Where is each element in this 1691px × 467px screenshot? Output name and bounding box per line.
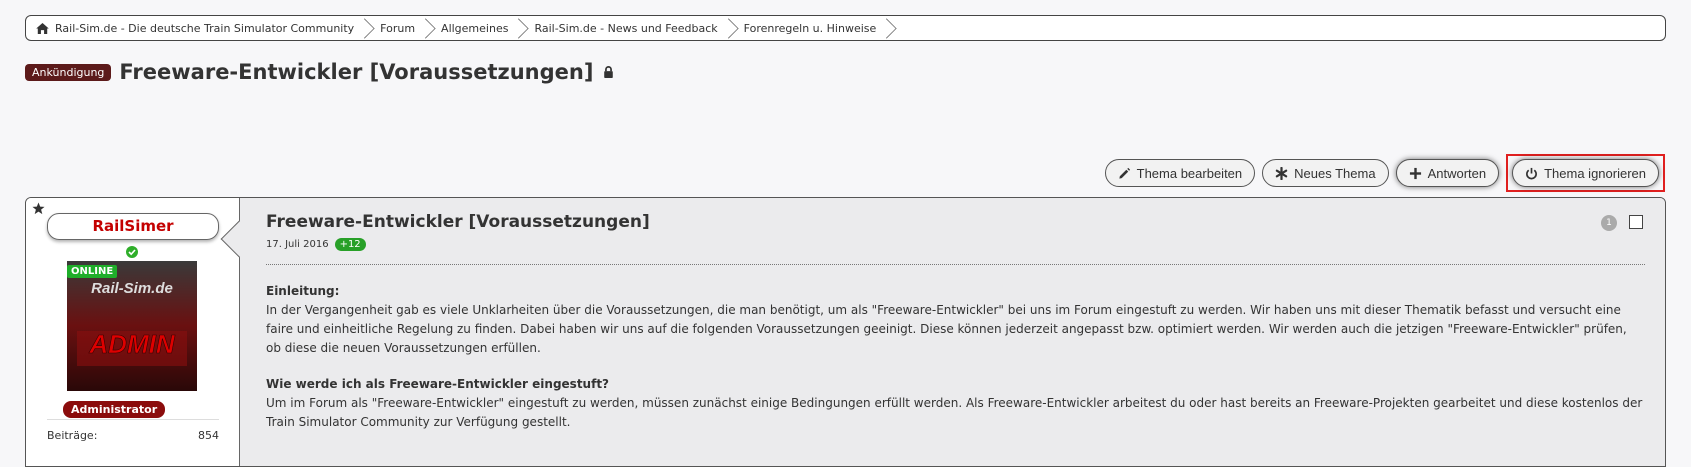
lock-icon bbox=[604, 66, 614, 78]
reply-label: Antworten bbox=[1427, 165, 1487, 181]
post-title: Freeware-Entwickler [Voraussetzungen] bbox=[266, 212, 650, 232]
new-topic-button[interactable]: Neues Thema bbox=[1262, 159, 1389, 187]
question-heading: Wie werde ich als Freeware-Entwickler ei… bbox=[266, 377, 610, 391]
thread-header: Ankündigung Freeware-Entwickler [Vorauss… bbox=[25, 60, 614, 84]
home-icon bbox=[36, 22, 49, 34]
announcement-badge: Ankündigung bbox=[25, 63, 112, 81]
pencil-icon bbox=[1119, 167, 1130, 179]
breadcrumb-item-news[interactable]: Rail-Sim.de - News und Feedback bbox=[524, 16, 733, 40]
breadcrumb: Rail-Sim.de - Die deutsche Train Simulat… bbox=[25, 15, 1666, 41]
new-topic-label: Neues Thema bbox=[1294, 165, 1376, 181]
avatar-image: Rail-Sim.de ADMIN bbox=[67, 261, 197, 391]
breadcrumb-label: Forum bbox=[380, 21, 416, 35]
online-status-icon bbox=[126, 246, 138, 258]
page-title: Freeware-Entwickler [Voraussetzungen] bbox=[119, 60, 594, 84]
breadcrumb-item-home[interactable]: Rail-Sim.de - Die deutsche Train Simulat… bbox=[26, 16, 370, 40]
breadcrumb-item-forum[interactable]: Forum bbox=[370, 16, 431, 40]
post-date[interactable]: 17. Juli 2016 bbox=[266, 239, 329, 250]
online-badge: ONLINE bbox=[67, 265, 118, 278]
ignore-thread-button[interactable]: Thema ignorieren bbox=[1512, 159, 1659, 187]
edit-thread-button[interactable]: Thema bearbeiten bbox=[1104, 159, 1256, 187]
post: RailSimer Rail-Sim.de ADMIN ONLINE Beitr… bbox=[25, 197, 1666, 467]
breadcrumb-item-allgemeines[interactable]: Allgemeines bbox=[431, 16, 524, 40]
stats-divider bbox=[47, 419, 219, 420]
post-count-value: 854 bbox=[198, 429, 219, 442]
power-icon bbox=[1526, 167, 1538, 179]
avatar-text-role: ADMIN bbox=[88, 329, 175, 359]
intro-text: In der Vergangenheit gab es viele Unklar… bbox=[266, 303, 1627, 355]
post-count-label: Beiträge: bbox=[47, 429, 98, 442]
avatar-text-site: Rail-Sim.de bbox=[91, 280, 173, 297]
reply-button[interactable]: Antworten bbox=[1395, 159, 1500, 187]
star-icon[interactable] bbox=[32, 202, 45, 215]
highlight-frame: Thema ignorieren bbox=[1506, 154, 1665, 192]
post-count-row: Beiträge: 854 bbox=[47, 429, 219, 442]
ignore-thread-label: Thema ignorieren bbox=[1544, 165, 1646, 181]
plus-icon bbox=[1409, 167, 1421, 179]
thread-actions: Thema bearbeiten Neues Thema Antworten T… bbox=[1104, 154, 1665, 192]
post-body: Einleitung: In der Vergangenheit gab es … bbox=[266, 282, 1643, 449]
breadcrumb-label: Allgemeines bbox=[441, 21, 509, 35]
breadcrumb-label: Forenregeln u. Hinweise bbox=[743, 21, 877, 35]
edit-thread-label: Thema bearbeiten bbox=[1136, 165, 1243, 181]
role-badge[interactable]: Administrator bbox=[63, 401, 166, 418]
author-name[interactable]: RailSimer bbox=[47, 213, 219, 240]
question-text: Um im Forum als "Freeware-Entwickler" ei… bbox=[266, 396, 1643, 429]
breadcrumb-label: Rail-Sim.de - News und Feedback bbox=[534, 21, 718, 35]
breadcrumb-item-forenregeln[interactable]: Forenregeln u. Hinweise bbox=[734, 16, 893, 40]
post-author-sidebar: RailSimer Rail-Sim.de ADMIN ONLINE Beitr… bbox=[26, 198, 239, 466]
asterisk-icon bbox=[1275, 166, 1288, 180]
avatar[interactable]: Rail-Sim.de ADMIN ONLINE bbox=[67, 261, 197, 391]
post-select-checkbox[interactable] bbox=[1629, 215, 1643, 229]
post-number[interactable]: 1 bbox=[1601, 215, 1617, 231]
post-content: Freeware-Entwickler [Voraussetzungen] 17… bbox=[239, 198, 1665, 466]
post-divider bbox=[266, 264, 1645, 265]
post-meta: 17. Juli 2016 +12 bbox=[266, 238, 366, 251]
reaction-badge[interactable]: +12 bbox=[334, 238, 366, 251]
intro-heading: Einleitung: bbox=[266, 284, 340, 298]
breadcrumb-label: Rail-Sim.de - Die deutsche Train Simulat… bbox=[55, 21, 355, 35]
